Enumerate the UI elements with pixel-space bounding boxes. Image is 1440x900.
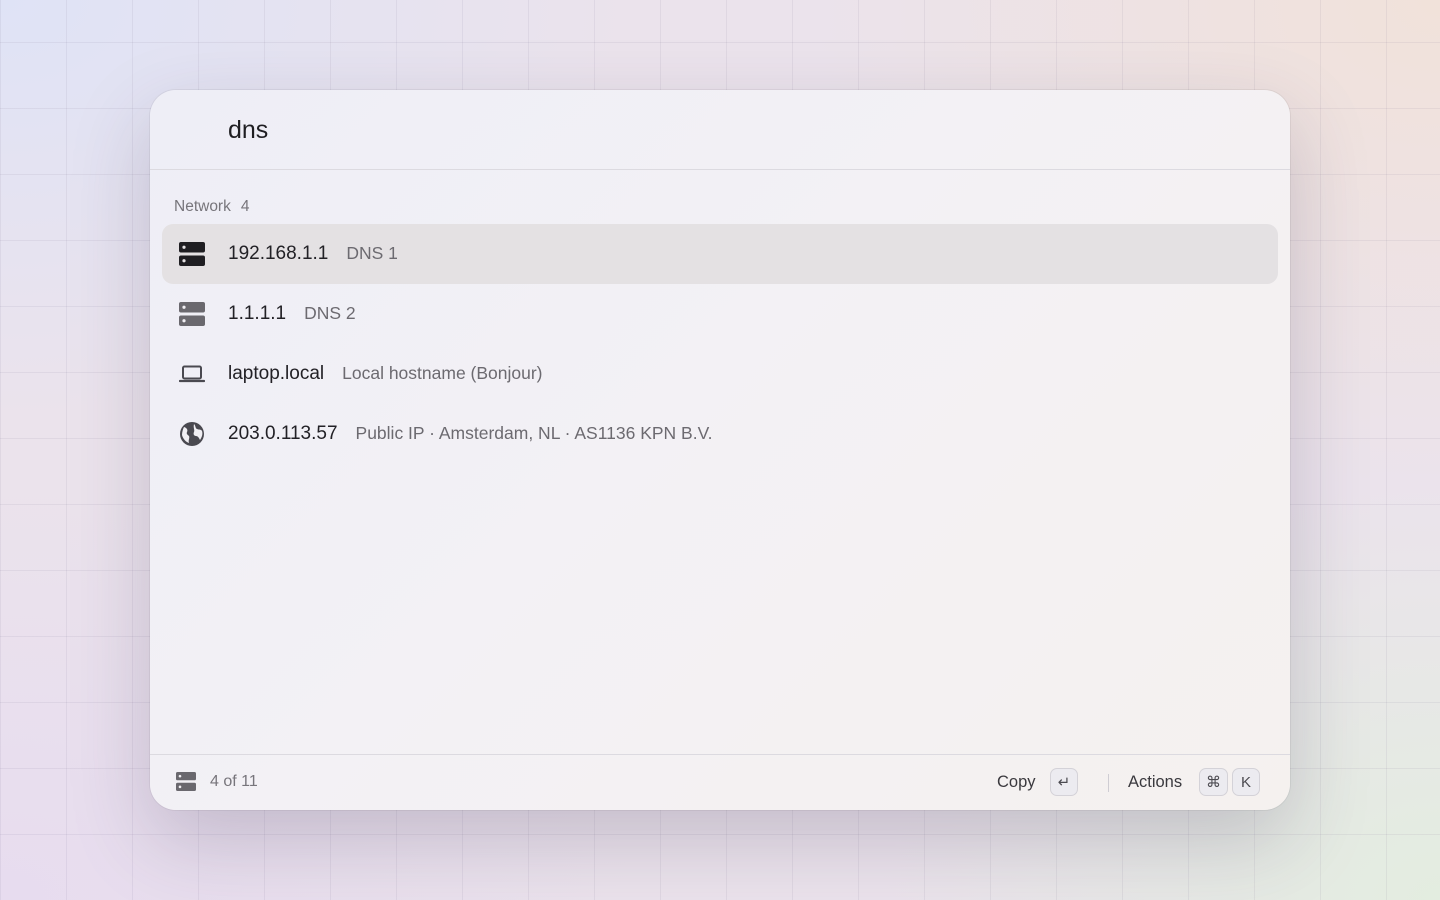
- globe-icon: [178, 422, 206, 446]
- result-title: laptop.local: [228, 363, 325, 384]
- server-icon: [178, 242, 206, 266]
- k-key-hint[interactable]: K: [1232, 768, 1260, 796]
- result-title: 192.168.1.1: [228, 243, 329, 264]
- section-label: Network: [174, 198, 231, 215]
- copy-action-label[interactable]: Copy: [997, 773, 1036, 792]
- section-header: Network 4: [174, 198, 249, 216]
- result-subtitle: DNS 2: [304, 303, 356, 323]
- footer-divider: [1108, 774, 1109, 792]
- result-title: 1.1.1.1: [228, 303, 287, 324]
- server-icon: [176, 772, 198, 792]
- command-key-hint[interactable]: ⌘: [1199, 768, 1228, 796]
- server-icon: [178, 302, 206, 326]
- result-subtitle: Public IP · Amsterdam, NL · AS1136 KPN B…: [355, 423, 713, 443]
- result-subtitle: Local hostname (Bonjour): [342, 363, 543, 383]
- result-subtitle: DNS 1: [346, 243, 398, 263]
- footer-bar: 4 of 11 Copy ↵ Actions ⌘ K: [150, 754, 1290, 810]
- section-count: 4: [240, 198, 250, 215]
- laptop-icon: [178, 362, 206, 386]
- result-row[interactable]: 203.0.113.57 Public IP · Amsterdam, NL ·…: [162, 404, 1278, 464]
- search-input[interactable]: [228, 112, 1128, 148]
- result-title: 203.0.113.57: [228, 423, 338, 444]
- result-count: 4 of 11: [210, 773, 258, 790]
- result-row[interactable]: 192.168.1.1 DNS 1: [162, 224, 1278, 284]
- result-row[interactable]: 1.1.1.1 DNS 2: [162, 284, 1278, 344]
- search-bar: [150, 90, 1290, 170]
- actions-button-label[interactable]: Actions: [1128, 773, 1182, 792]
- enter-key-hint[interactable]: ↵: [1050, 768, 1078, 796]
- result-row[interactable]: laptop.local Local hostname (Bonjour): [162, 344, 1278, 404]
- launcher-window: Network 4 192.168.1.1 DNS 1: [150, 90, 1290, 810]
